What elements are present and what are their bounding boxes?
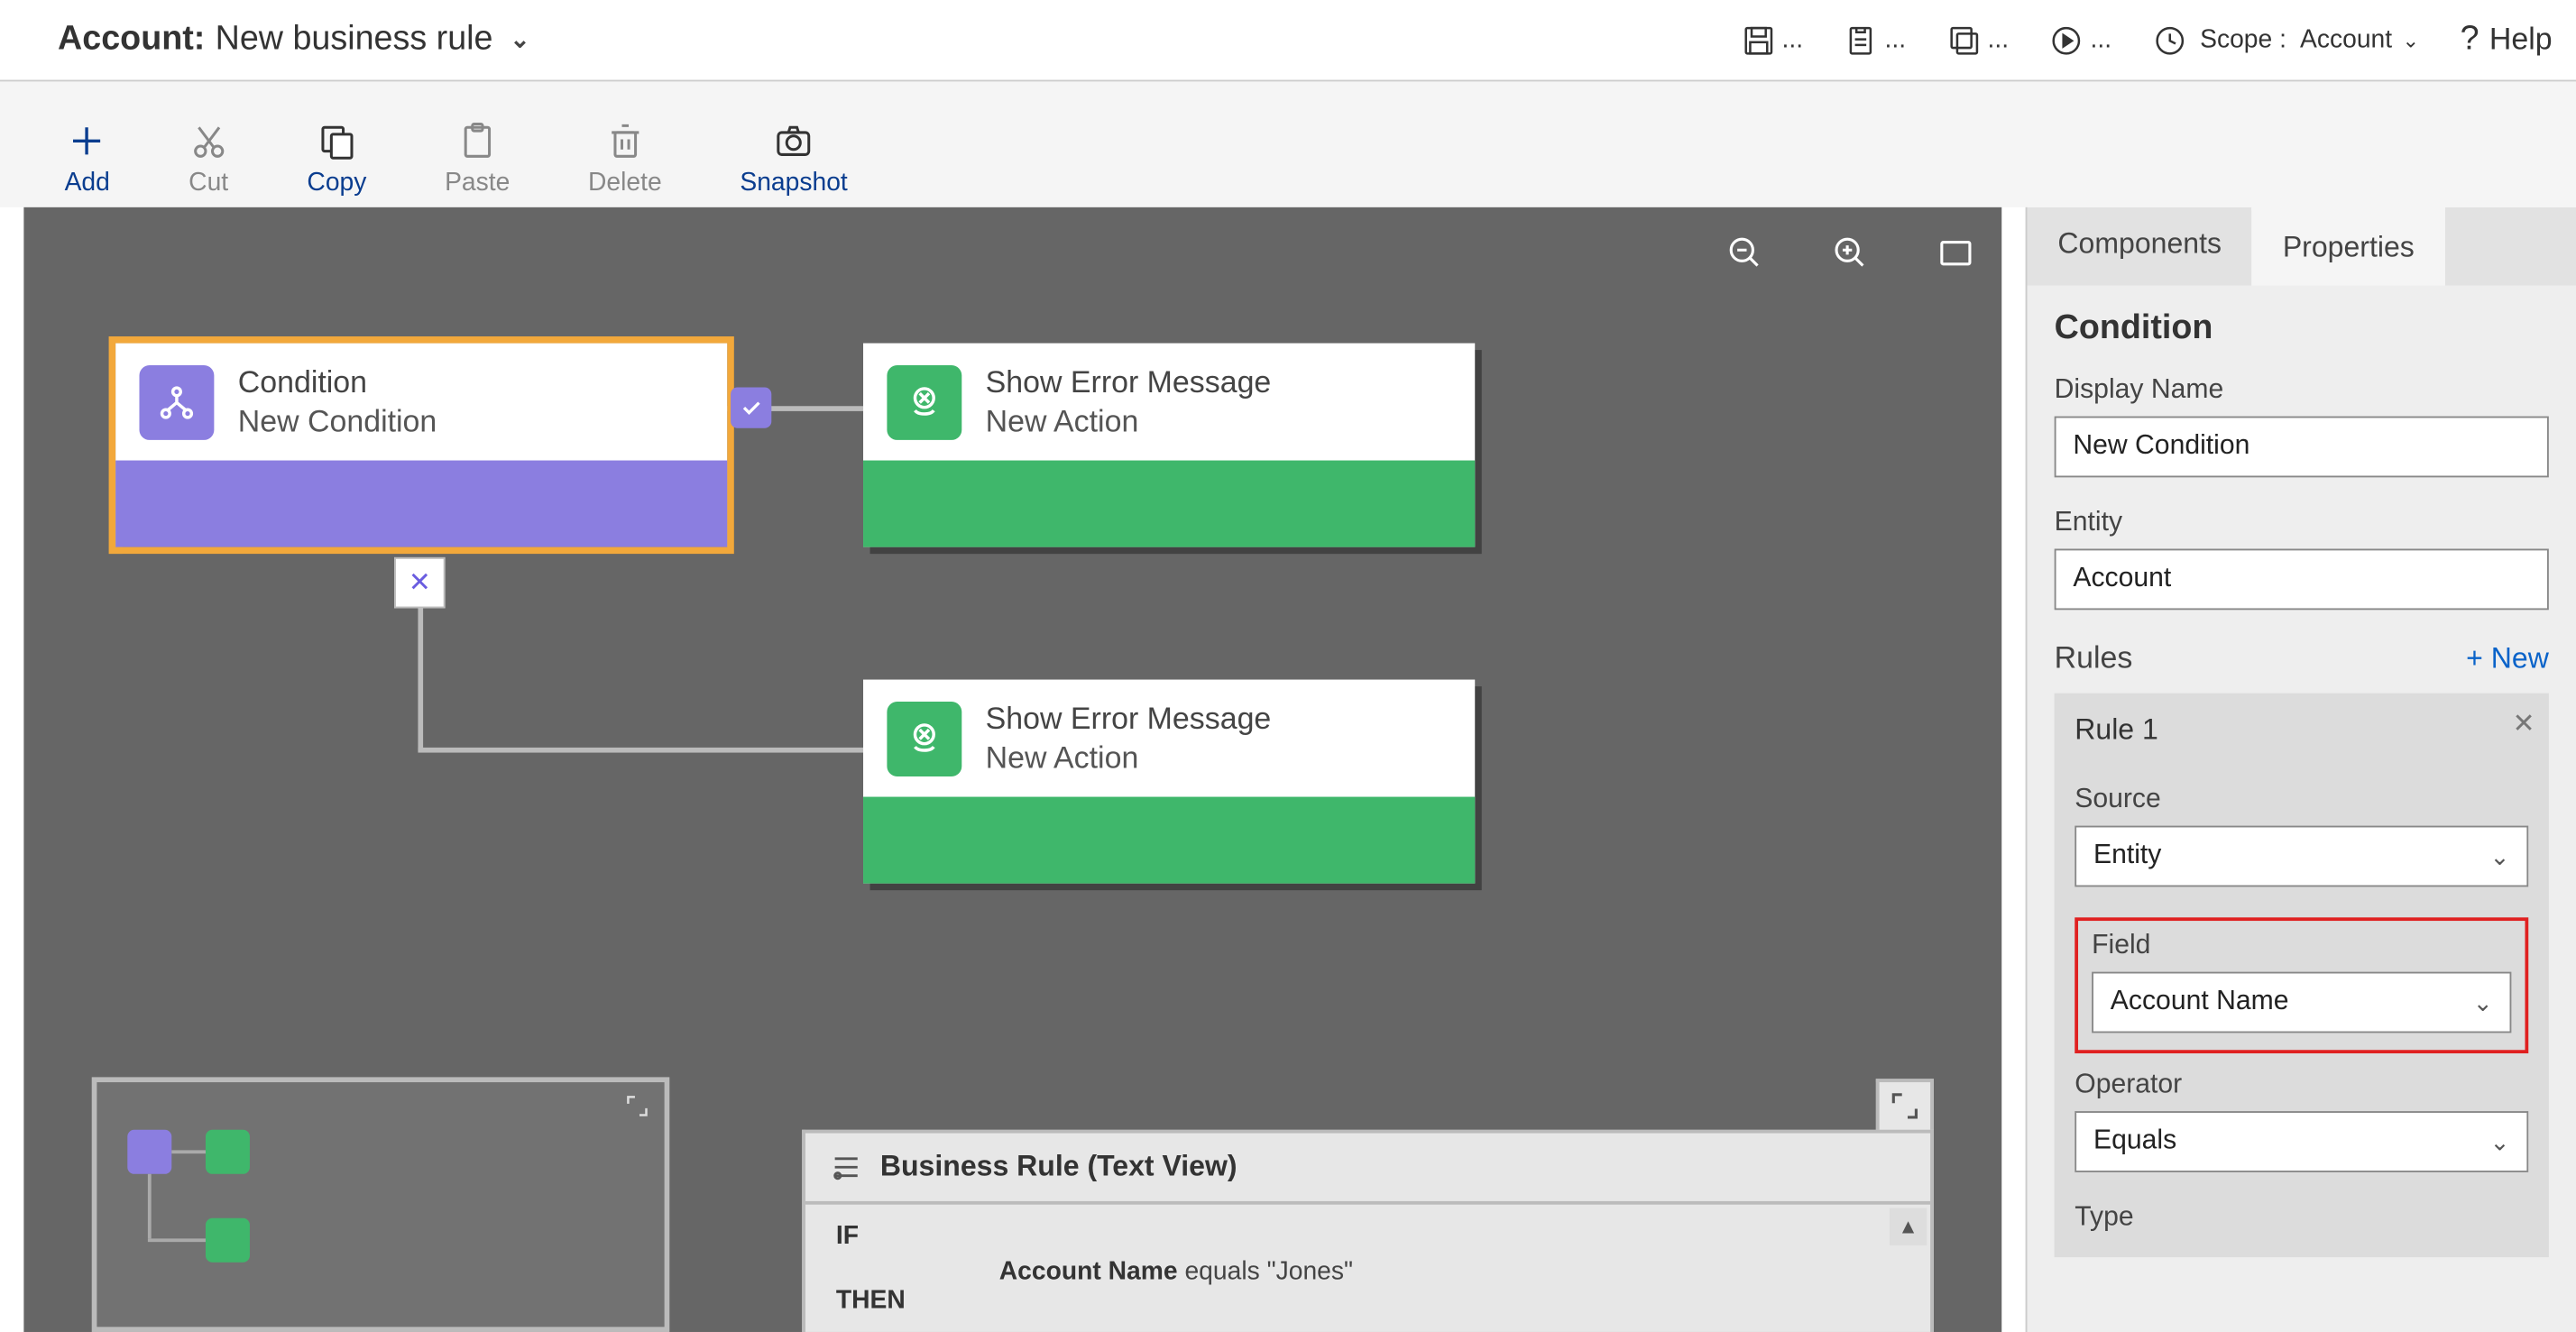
minimap-node <box>127 1130 171 1174</box>
cut-button[interactable]: Cut <box>189 121 229 198</box>
zoom-out-button[interactable] <box>1726 234 1763 277</box>
node-title: Show Error Message <box>986 700 1272 738</box>
then-keyword: THEN <box>836 1286 1900 1315</box>
field-label: Field <box>2092 931 2511 961</box>
source-select[interactable]: Entity ⌄ <box>2075 826 2528 887</box>
clock-icon <box>2152 23 2186 57</box>
expand-text-view-button[interactable] <box>1876 1079 1934 1130</box>
rules-section-title: Rules <box>2055 640 2133 676</box>
source-label: Source <box>2075 785 2528 815</box>
toolbar: Add Cut Copy Paste Delete Snapshot <box>0 81 2576 207</box>
close-icon[interactable]: ✕ <box>2513 707 2535 741</box>
saveas-icon-button[interactable]: ... <box>1946 23 2009 57</box>
true-branch-icon <box>731 388 771 428</box>
chevron-down-icon: ⌄ <box>2402 28 2419 51</box>
scope-label: Scope : <box>2200 25 2286 54</box>
rule-card-title: Rule 1 <box>2075 713 2158 746</box>
validate-icon-button[interactable]: ... <box>1844 23 1906 57</box>
help-button[interactable]: ? Help <box>2461 21 2553 60</box>
save-icon-button[interactable]: ... <box>1741 23 1803 57</box>
chevron-down-icon: ⌄ <box>2489 841 2509 870</box>
operator-label: Operator <box>2075 1070 2528 1101</box>
delete-button[interactable]: Delete <box>588 121 662 198</box>
chevron-down-icon: ⌄ <box>2473 988 2493 1016</box>
title-prefix: Account: <box>58 21 205 60</box>
minimap-node <box>206 1218 250 1263</box>
chevron-down-icon: ⌄ <box>2489 1127 2509 1156</box>
entity-input[interactable] <box>2055 549 2549 611</box>
copy-button[interactable]: Copy <box>307 121 366 198</box>
field-select[interactable]: Account Name ⌄ <box>2092 972 2511 1033</box>
titlebar-title[interactable]: Account: New business rule ⌄ <box>58 21 529 60</box>
text-view-title: Business Rule (Text View) <box>880 1150 1237 1184</box>
display-name-input[interactable] <box>2055 417 2549 478</box>
entity-label: Entity <box>2055 508 2549 538</box>
field-highlight: Field Account Name ⌄ <box>2075 917 2528 1053</box>
rule-text-line: Account Name equals "Jones" <box>999 1257 1900 1286</box>
display-name-label: Display Name <box>2055 375 2549 406</box>
error-message-icon <box>887 701 961 776</box>
snapshot-button[interactable]: Snapshot <box>740 121 847 198</box>
canvas[interactable]: Condition New Condition ✕ Show Error Mes… <box>23 207 2001 1332</box>
condition-icon <box>139 364 214 439</box>
activate-icon-button[interactable]: ... <box>2049 23 2111 57</box>
action-node[interactable]: Show Error Message New Action <box>863 344 1475 547</box>
expand-icon[interactable] <box>623 1092 650 1125</box>
action-node[interactable]: Show Error Message New Action <box>863 680 1475 884</box>
zoom-in-button[interactable] <box>1832 234 1869 277</box>
text-view-panel: Business Rule (Text View) ▲ IF Account N… <box>802 1130 1934 1332</box>
add-button[interactable]: Add <box>65 121 110 198</box>
connector <box>418 594 423 750</box>
operator-select[interactable]: Equals ⌄ <box>2075 1111 2528 1172</box>
node-title: Show Error Message <box>986 363 1272 401</box>
connector <box>418 748 863 753</box>
tab-components[interactable]: Components <box>2027 207 2251 286</box>
chevron-down-icon: ⌄ <box>510 25 529 54</box>
settings-list-icon <box>829 1150 863 1184</box>
condition-node[interactable]: Condition New Condition <box>115 344 727 547</box>
type-label: Type <box>2075 1203 2528 1234</box>
if-keyword: IF <box>836 1222 1900 1251</box>
error-message-icon <box>887 364 961 439</box>
minimap-node <box>206 1130 250 1174</box>
node-title: Condition <box>238 363 437 401</box>
rule-card: Rule 1 ✕ Source Entity ⌄ Field Account N… <box>2055 694 2549 1257</box>
help-icon: ? <box>2461 21 2479 60</box>
minimap[interactable] <box>92 1077 670 1332</box>
node-subtitle: New Action <box>986 402 1272 440</box>
properties-panel: Components Properties Condition Display … <box>2026 207 2576 1332</box>
new-rule-button[interactable]: + New <box>2466 641 2549 675</box>
panel-section-title: Condition <box>2055 309 2549 348</box>
tab-properties[interactable]: Properties <box>2252 207 2445 286</box>
node-subtitle: New Action <box>986 739 1272 776</box>
node-subtitle: New Condition <box>238 402 437 440</box>
title-rule-name: New business rule <box>216 21 493 60</box>
false-branch-icon: ✕ <box>394 557 446 609</box>
scroll-up-button[interactable]: ▲ <box>1890 1208 1927 1245</box>
scope-dropdown[interactable]: Account ⌄ <box>2300 25 2419 54</box>
fit-screen-button[interactable] <box>1937 234 1974 277</box>
paste-button[interactable]: Paste <box>445 121 510 198</box>
titlebar: Account: New business rule ⌄ ... ... ...… <box>0 0 2576 81</box>
